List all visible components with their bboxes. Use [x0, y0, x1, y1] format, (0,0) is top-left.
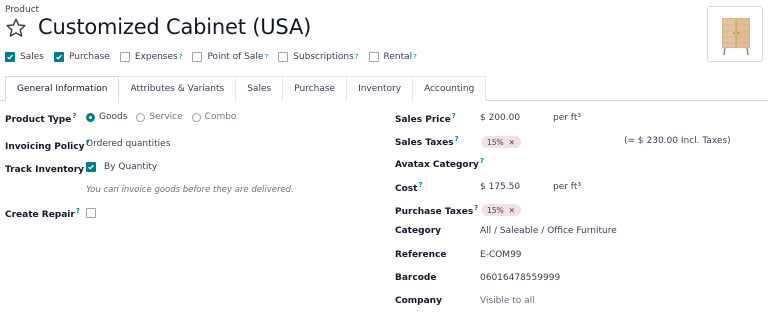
company-select[interactable]: Visible to all: [480, 296, 535, 306]
help-icon[interactable]: ?: [480, 157, 484, 165]
invoicing-policy-label: Invoicing Policy?: [5, 139, 90, 152]
option-label: Point of Sale: [207, 52, 264, 62]
star-icon[interactable]: [5, 17, 27, 39]
help-icon[interactable]: ?: [474, 204, 478, 212]
barcode-input[interactable]: 06016478559999: [480, 273, 560, 283]
tab-sales[interactable]: Sales: [235, 76, 284, 101]
option-label: Rental: [383, 52, 413, 62]
help-icon[interactable]: ?: [179, 53, 183, 61]
radio-combo[interactable]: Combo: [191, 112, 237, 122]
option-sales[interactable]: Sales: [5, 52, 44, 62]
radio-label: Combo: [204, 112, 237, 122]
purchase-taxes-label: Purchase Taxes?: [395, 204, 479, 217]
sales-tax-tag[interactable]: 15% ✕: [481, 136, 521, 148]
cost-input[interactable]: $ 175.50: [480, 182, 520, 192]
company-label: Company: [395, 296, 442, 306]
help-icon[interactable]: ?: [264, 53, 268, 61]
product-type-radio: Goods Service Combo: [86, 112, 245, 122]
cabinet-image-icon: [722, 18, 750, 56]
option-purchase[interactable]: Purchase: [53, 52, 110, 62]
expenses-checkbox[interactable]: [119, 52, 130, 62]
radio-selected-icon: [86, 112, 95, 122]
create-repair-label: Create Repair?: [5, 207, 80, 220]
help-icon[interactable]: ?: [413, 53, 417, 61]
sales-checkbox[interactable]: [5, 52, 15, 62]
radio-service[interactable]: Service: [136, 112, 183, 122]
purchase-checkbox[interactable]: [53, 52, 64, 62]
help-icon[interactable]: ?: [72, 112, 76, 120]
radio-empty-icon: [136, 112, 146, 122]
help-icon[interactable]: ?: [455, 135, 459, 143]
notebook-tabs: General Information Attributes & Variant…: [5, 76, 487, 102]
subscriptions-checkbox[interactable]: [278, 52, 289, 62]
reference-label: Reference: [395, 250, 447, 260]
cost-label: Cost?: [395, 181, 423, 194]
option-label: Subscriptions: [293, 52, 354, 62]
tag-label: 15%: [487, 205, 504, 215]
help-icon[interactable]: ?: [355, 53, 359, 61]
category-select[interactable]: All / Saleable / Office Furniture: [480, 226, 617, 236]
sales-price-input[interactable]: $ 200.00: [480, 113, 520, 123]
tab-inventory[interactable]: Inventory: [346, 76, 414, 101]
option-point-of-sale[interactable]: Point of Sale?: [192, 52, 268, 62]
check-icon: [56, 54, 62, 60]
product-type-label: Product Type?: [5, 112, 77, 125]
sales-price-label: Sales Price?: [395, 112, 456, 125]
tracking-select[interactable]: By Quantity: [104, 162, 157, 172]
option-expenses[interactable]: Expenses?: [119, 52, 183, 62]
page-title[interactable]: Customized Cabinet (USA): [38, 15, 311, 39]
tab-general-information[interactable]: General Information: [5, 76, 120, 102]
reference-input[interactable]: E-COM99: [480, 250, 522, 260]
sales-price-unit: per ft³: [553, 113, 581, 123]
help-icon[interactable]: ?: [418, 181, 422, 189]
invoicing-policy-select[interactable]: Ordered quantities: [86, 139, 170, 149]
purchase-tax-tag[interactable]: 15% ✕: [481, 204, 521, 216]
radio-goods[interactable]: Goods: [86, 112, 127, 122]
product-options: Sales Purchase Expenses? Point of Sale? …: [5, 52, 427, 62]
tab-accounting[interactable]: Accounting: [412, 76, 487, 101]
radio-label: Goods: [99, 112, 128, 122]
tab-purchase[interactable]: Purchase: [282, 76, 348, 101]
radio-empty-icon: [191, 112, 201, 122]
remove-tag-icon[interactable]: ✕: [509, 138, 515, 147]
check-icon: [88, 164, 94, 170]
track-inventory-label: Track Inventory?: [5, 162, 89, 175]
track-inventory-field[interactable]: By Quantity: [86, 162, 157, 172]
help-icon[interactable]: ?: [452, 112, 456, 120]
radio-label: Service: [149, 112, 183, 122]
option-subscriptions[interactable]: Subscriptions?: [278, 52, 359, 62]
option-label: Expenses: [134, 52, 178, 62]
breadcrumb[interactable]: Product: [5, 5, 39, 15]
rental-checkbox[interactable]: [368, 52, 379, 62]
create-repair-checkbox[interactable]: [86, 208, 96, 218]
help-icon[interactable]: ?: [76, 207, 80, 215]
barcode-label: Barcode: [395, 273, 437, 283]
avatax-category-label: Avatax Category?: [395, 157, 484, 170]
cost-unit: per ft³: [553, 182, 581, 192]
sales-taxes-included: (= $ 230.00 Incl. Taxes): [624, 136, 731, 146]
point-of-sale-checkbox[interactable]: [192, 52, 203, 62]
category-label: Category: [395, 226, 442, 236]
remove-tag-icon[interactable]: ✕: [509, 206, 515, 215]
option-label: Sales: [20, 52, 44, 62]
invoice-note: You can invoice goods before they are de…: [86, 185, 294, 195]
option-label: Purchase: [68, 52, 110, 62]
option-rental[interactable]: Rental?: [368, 52, 417, 62]
tab-attributes-variants[interactable]: Attributes & Variants: [118, 76, 237, 101]
track-inventory-checkbox[interactable]: [86, 162, 96, 172]
sales-taxes-label: Sales Taxes?: [395, 135, 459, 148]
product-image[interactable]: [707, 6, 763, 62]
tag-label: 15%: [487, 137, 504, 147]
check-icon: [7, 54, 13, 60]
